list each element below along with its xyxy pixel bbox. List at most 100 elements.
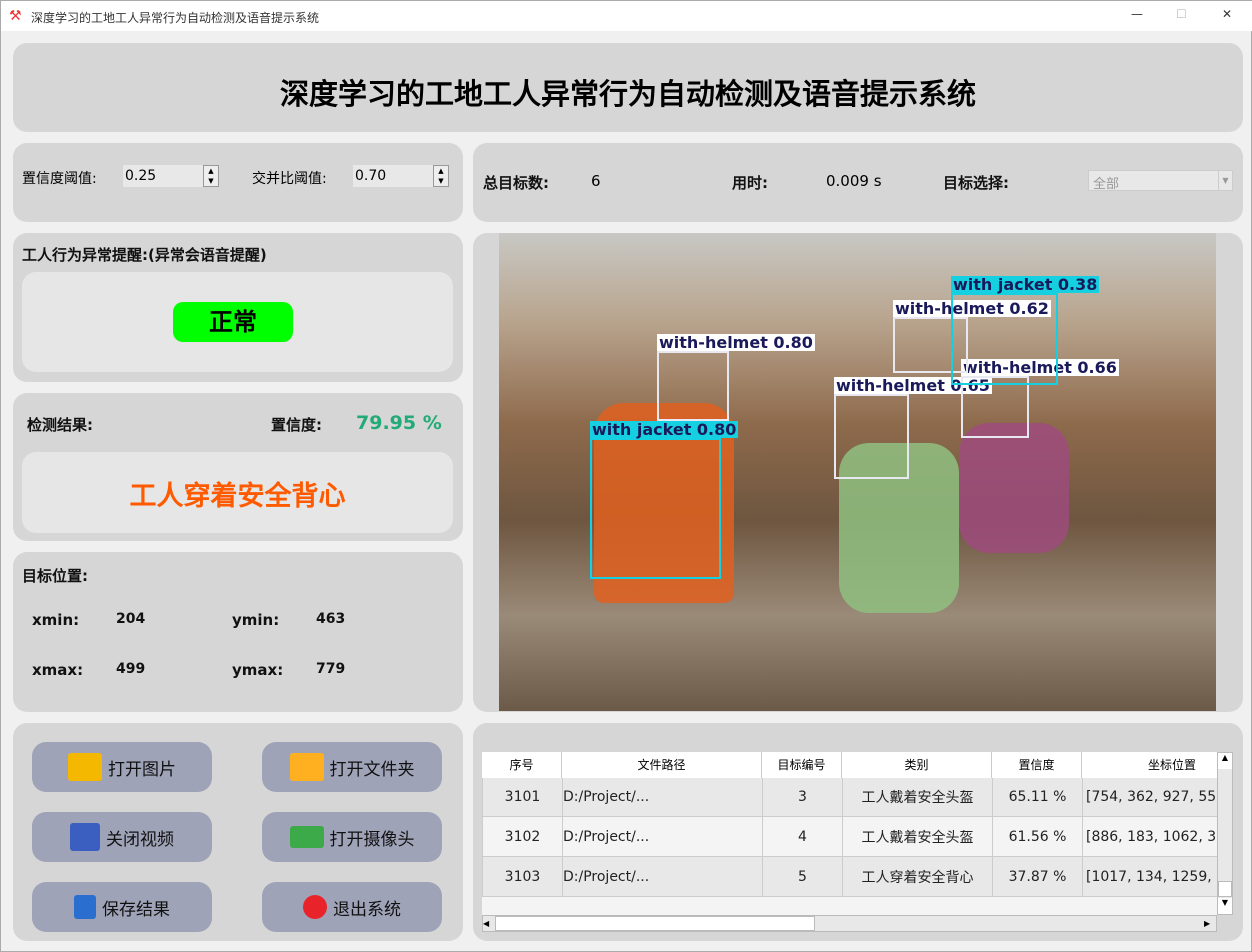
confidence-value: 79.95 % [356,412,442,434]
target-select-value[interactable]: 全部 [1093,177,1119,192]
detection-label: with jacket 0.80 [590,420,739,439]
open-image-label: 打开图片 [108,759,176,780]
table-cell[interactable]: 5 [762,856,843,897]
table-cell[interactable]: [886, 183, 1062, 31 [1082,816,1217,857]
open-image-button[interactable]: 打开图片 [32,742,212,792]
ymax-value: 779 [316,661,346,677]
scroll-down-icon[interactable]: ▼ [1218,898,1232,914]
scroll-up-icon[interactable]: ▲ [1218,753,1232,769]
table-cell[interactable]: 3101 [482,776,563,817]
status-badge: 正常 [173,302,293,342]
close-button[interactable]: ✕ [1222,7,1232,21]
iou-threshold-label: 交并比阈值: [252,171,327,187]
table-cell[interactable]: 工人戴着安全头盔 [842,776,993,817]
ymin-value: 463 [316,611,346,627]
table-cell[interactable]: 65.11 % [992,776,1083,817]
scroll-thumb-horizontal[interactable] [495,916,815,931]
page-title: 深度学习的工地工人异常行为自动检测及语音提示系统 [279,77,976,111]
conf-threshold-value[interactable]: 0.25 [125,168,156,184]
exit-label: 退出系统 [333,899,401,920]
power-icon [303,895,327,919]
close-video-button[interactable]: 关闭视频 [32,812,212,862]
result-class-text: 工人穿着安全背心 [129,481,346,512]
table-panel: 3100D:/Project/...2工人戴着安全头盔66.01 %[1041,… [473,723,1243,941]
title-bar: ⚒ 深度学习的工地工人异常行为自动检测及语音提示系统 — ☐ ✕ [1,1,1252,31]
open-folder-label: 打开文件夹 [329,759,415,780]
ymax-label: ymax: [232,661,284,679]
maximize-button[interactable]: ☐ [1176,7,1187,21]
table-row[interactable]: 3102 D:/Project/... 4 工人戴着安全头盔 61.56 % [886, … [482,816,1217,857]
column-header[interactable]: 坐标位置 [1082,752,1217,778]
scroll-right-icon[interactable]: ▶ [1204,916,1216,931]
minimize-button[interactable]: — [1131,7,1143,21]
detection-box [961,376,1029,438]
app-icon: ⚒ [9,8,22,24]
alert-box: 正常 [22,272,453,372]
detection-label: with jacket 0.38 [951,275,1100,294]
target-select-label: 目标选择: [943,174,1009,192]
table-cell[interactable]: 工人穿着安全背心 [842,856,993,897]
detection-box [951,293,1058,385]
save-result-button[interactable]: 保存结果 [32,882,212,932]
spin-arrows-icon[interactable]: ▲ ▼ [433,165,449,187]
position-title: 目标位置: [22,567,88,585]
vertical-scrollbar[interactable]: ▲ ▼ [1217,752,1233,915]
table-cell[interactable]: 工人戴着安全头盔 [842,816,993,857]
image-icon [68,753,102,781]
table-row[interactable]: 3101 D:/Project/... 3 工人戴着安全头盔 65.11 % [754, … [482,776,1217,817]
table-cell[interactable]: D:/Project/... [562,856,763,897]
column-header[interactable]: 类别 [842,752,992,778]
table-cell[interactable]: 3 [762,776,843,817]
iou-threshold-value[interactable]: 0.70 [355,168,386,184]
column-header[interactable]: 文件路径 [562,752,762,778]
scroll-left-icon[interactable]: ◀ [483,916,495,931]
worker-figure [959,423,1069,553]
close-video-label: 关闭视频 [106,829,174,850]
table-cell[interactable]: D:/Project/... [562,816,763,857]
total-targets-value: 6 [591,172,601,190]
chevron-down-icon[interactable]: ▼ [1218,171,1232,190]
camera-icon [289,826,324,848]
detection-box [590,438,721,579]
detection-box [657,351,729,421]
table-cell[interactable]: 61.56 % [992,816,1083,857]
xmax-label: xmax: [32,661,84,679]
open-camera-button[interactable]: 打开摄像头 [262,812,442,862]
table-cell[interactable]: 37.87 % [992,856,1083,897]
column-header[interactable]: 目标编号 [762,752,842,778]
table-cell[interactable]: 3103 [482,856,563,897]
open-folder-button[interactable]: 打开文件夹 [262,742,442,792]
xmin-label: xmin: [32,611,80,629]
alert-panel: 工人行为异常提醒:(异常会语音提醒) 正常 [13,233,463,382]
table-cell[interactable]: 3102 [482,816,563,857]
target-select-dropdown[interactable]: 全部 ▼ [1088,170,1233,192]
iou-threshold-spinbox[interactable]: 0.70 ▲ ▼ [353,165,449,187]
detection-label: with-helmet 0.80 [657,333,815,352]
exit-button[interactable]: 退出系统 [262,882,442,932]
column-header[interactable]: 序号 [482,752,562,778]
params-panel: 置信度阈值: 0.25 ▲ ▼ 交并比阈值: 0.70 ▲ ▼ [13,143,463,222]
open-camera-label: 打开摄像头 [329,829,415,850]
save-icon [74,895,96,919]
results-table-container[interactable]: 3100D:/Project/...2工人戴着安全头盔66.01 %[1041,… [482,752,1217,915]
column-header[interactable]: 置信度 [992,752,1082,778]
table-cell[interactable]: [754, 362, 927, 557 [1082,776,1217,817]
confidence-label: 置信度: [271,416,322,434]
conf-threshold-label: 置信度阈值: [22,171,97,187]
total-targets-label: 总目标数: [483,174,549,192]
table-cell[interactable]: 4 [762,816,843,857]
table-cell[interactable]: D:/Project/... [562,776,763,817]
header-panel: 深度学习的工地工人异常行为自动检测及语音提示系统 [13,43,1243,132]
scroll-thumb[interactable] [1218,881,1232,897]
buttons-panel: 打开图片 打开文件夹 关闭视频 打开摄像头 保存结果 退出系统 [13,723,463,941]
table-row[interactable]: 3103 D:/Project/... 5 工人穿着安全背心 37.87 % [1017,… [482,856,1217,897]
detection-box [834,394,909,479]
result-panel: 检测结果: 置信度: 79.95 % 工人穿着安全背心 [13,393,463,541]
spin-arrows-icon[interactable]: ▲ ▼ [203,165,219,187]
table-cell[interactable]: [1017, 134, 1259, 3 [1082,856,1217,897]
ymin-label: ymin: [232,611,280,629]
xmin-value: 204 [116,611,146,627]
time-value: 0.009 s [826,172,882,190]
horizontal-scrollbar[interactable]: ◀ ▶ [482,915,1217,932]
conf-threshold-spinbox[interactable]: 0.25 ▲ ▼ [123,165,219,187]
